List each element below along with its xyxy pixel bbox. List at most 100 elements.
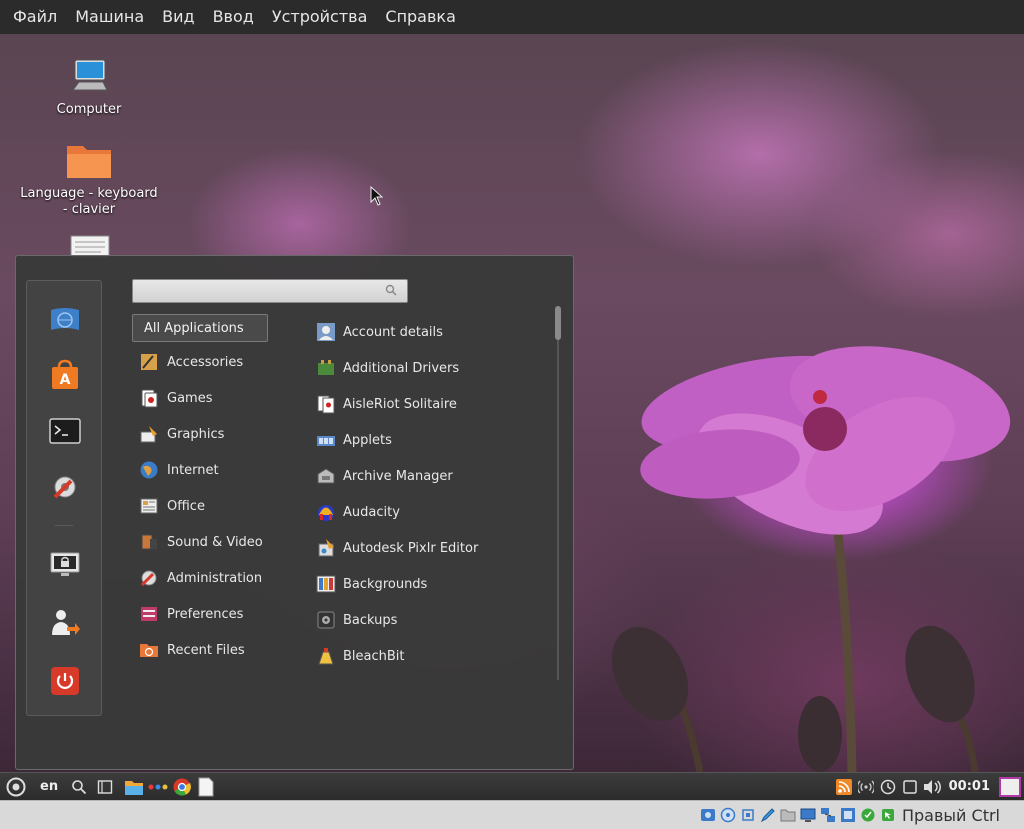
launcher-chrome[interactable] (170, 773, 194, 801)
keyboard-layout-indicator[interactable]: en (32, 779, 66, 794)
favorite-lock-screen[interactable] (45, 545, 85, 585)
app-autodesk-pixlr-editor[interactable]: Autodesk Pixlr Editor (314, 530, 544, 566)
workspace-switcher-icon (999, 776, 1021, 797)
folder-icon (67, 146, 111, 178)
host-menu-machine[interactable]: Машина (66, 0, 153, 34)
app-label: Account details (343, 324, 443, 340)
menu-search-box[interactable] (132, 279, 408, 303)
status-optical-drive[interactable] (718, 805, 738, 825)
status-mouse-integration[interactable] (878, 805, 898, 825)
app-account-details[interactable]: Account details (314, 314, 544, 350)
application-menu: A All Applications Accessories Games Gra… (15, 255, 574, 770)
favorite-terminal[interactable] (45, 411, 85, 451)
app-label: Applets (343, 432, 392, 448)
app-label: AisleRiot Solitaire (343, 396, 457, 412)
category-label: Sound & Video (167, 534, 263, 550)
status-network[interactable] (818, 805, 838, 825)
web-browser-icon (51, 308, 79, 330)
app-additional-drivers[interactable]: Additional Drivers (314, 350, 544, 386)
scrollbar-thumb[interactable] (555, 306, 561, 340)
desktop-icon-language-folder[interactable]: Language - keyboard - clavier (19, 140, 159, 218)
clock-icon (880, 779, 895, 794)
favorite-software-manager[interactable]: A (45, 355, 85, 395)
chrome-icon (173, 778, 191, 795)
backgrounds-icon (316, 574, 336, 594)
app-archive-manager[interactable]: Archive Manager (314, 458, 544, 494)
application-list: Account details Additional Drivers Aisle… (314, 314, 544, 682)
app-audacity[interactable]: Audacity (314, 494, 544, 530)
graphics-icon (138, 423, 160, 445)
application-list-scrollbar[interactable] (554, 304, 562, 684)
app-backgrounds[interactable]: Backgrounds (314, 566, 544, 602)
backups-icon (316, 610, 336, 630)
desktop-icon-label: Language - keyboard - clavier (20, 186, 158, 217)
app-label: Audacity (343, 504, 400, 520)
category-label: Recent Files (167, 642, 245, 658)
favorite-web-browser[interactable] (45, 299, 85, 339)
status-usb[interactable] (738, 805, 758, 825)
desktop-icon-computer[interactable]: Computer (19, 56, 159, 118)
host-menu-devices[interactable]: Устройства (263, 0, 377, 34)
internet-icon (138, 459, 160, 481)
preferences-icon (138, 603, 160, 625)
category-administration[interactable]: Administration (132, 560, 292, 596)
status-hard-disk[interactable] (698, 805, 718, 825)
favorite-power[interactable] (45, 661, 85, 701)
app-label: Autodesk Pixlr Editor (343, 540, 479, 556)
launcher-color-dots[interactable] (146, 773, 170, 801)
software-manager-icon: A (52, 359, 78, 389)
status-display[interactable] (798, 805, 818, 825)
menu-button[interactable] (0, 773, 32, 801)
category-sound-video[interactable]: Sound & Video (132, 524, 292, 560)
status-shared-folder[interactable] (758, 805, 778, 825)
category-list: Accessories Games Graphics Internet Offi… (132, 344, 292, 668)
account-details-icon (316, 322, 336, 342)
launcher-text-editor[interactable] (194, 773, 218, 801)
favorite-logout[interactable] (45, 603, 85, 643)
pixlr-editor-icon (316, 538, 336, 558)
tray-volume[interactable] (921, 773, 943, 801)
category-preferences[interactable]: Preferences (132, 596, 292, 632)
category-internet[interactable]: Internet (132, 452, 292, 488)
terminal-icon (49, 418, 81, 444)
host-menu-input[interactable]: Ввод (204, 0, 263, 34)
tray-clock-alarm[interactable] (877, 773, 899, 801)
tray-network[interactable] (855, 773, 877, 801)
search-input[interactable] (133, 280, 373, 302)
app-label: Additional Drivers (343, 360, 460, 376)
tray-rss[interactable] (833, 773, 855, 801)
search-button[interactable] (66, 773, 92, 801)
host-menu-file[interactable]: Файл (4, 0, 66, 34)
optical-disc-icon (720, 807, 736, 823)
solitaire-icon (316, 394, 336, 414)
category-all-applications[interactable]: All Applications (132, 314, 268, 342)
tray-workspace-switcher[interactable] (996, 773, 1024, 801)
app-applets[interactable]: Applets (314, 422, 544, 458)
favorite-system-settings[interactable] (45, 467, 85, 507)
status-recording[interactable] (838, 805, 858, 825)
category-recent-files[interactable]: Recent Files (132, 632, 292, 668)
launcher-file-manager[interactable] (122, 773, 146, 801)
tray-window-list[interactable] (899, 773, 921, 801)
search-icon (385, 284, 397, 296)
status-folder[interactable] (778, 805, 798, 825)
recent-files-icon (138, 639, 160, 661)
status-cpu[interactable] (858, 805, 878, 825)
category-graphics[interactable]: Graphics (132, 416, 292, 452)
app-aisleriot-solitaire[interactable]: AisleRiot Solitaire (314, 386, 544, 422)
category-office[interactable]: Office (132, 488, 292, 524)
app-bleachbit[interactable]: BleachBit (314, 638, 544, 674)
svg-text:A: A (60, 372, 71, 388)
panel-clock[interactable]: 00:01 (943, 779, 996, 794)
show-desktop-button[interactable] (92, 773, 118, 801)
administration-icon (138, 567, 160, 589)
host-menubar: Файл Машина Вид Ввод Устройства Справка (0, 0, 1024, 34)
category-label: Internet (167, 462, 219, 478)
host-key-label: Правый Ctrl (901, 805, 1000, 825)
text-editor-icon (198, 777, 214, 796)
host-menu-view[interactable]: Вид (153, 0, 203, 34)
category-accessories[interactable]: Accessories (132, 344, 292, 380)
host-menu-help[interactable]: Справка (376, 0, 465, 34)
app-backups[interactable]: Backups (314, 602, 544, 638)
category-games[interactable]: Games (132, 380, 292, 416)
